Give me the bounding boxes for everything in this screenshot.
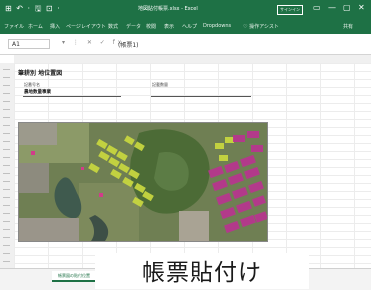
field1-label: 記番号名 [24,82,40,87]
field1-value: 農地数量事業 [24,90,51,95]
tab-file[interactable]: ファイル [4,23,24,30]
quick-access-toolbar[interactable]: ⊞ ↶ · 🖫 ⊡ · [5,3,61,17]
tab-help[interactable]: ヘルプ [182,23,197,30]
field2-underline [151,96,251,97]
row-headers[interactable] [0,63,15,268]
minimize-icon[interactable]: — [328,3,336,12]
tab-home[interactable]: ホーム [28,23,43,30]
maximize-icon[interactable]: ▢ [343,3,351,12]
tab-page-layout[interactable]: ページレイアウト [66,23,106,30]
tab-dropdowns[interactable]: Dropdowns [203,23,231,29]
ribbon-display-icon[interactable]: ▭ [313,3,321,12]
title-bar: ⊞ ↶ · 🖫 ⊡ · 地図貼付帳票.xlsx - Excel サインイン ▭ … [0,0,371,20]
name-box[interactable]: A1 [8,39,50,49]
field1-underline [23,96,121,97]
document-title: 筆耕別 地位置図 [18,70,63,77]
field2-label: 記載数量 [152,82,168,87]
formula-bar: A1 ▾ ⋮ ✕ ✓ fx (帳票1) [0,34,371,55]
formula-input[interactable]: (帳票1) [118,40,139,49]
tab-insert[interactable]: 挿入 [50,23,60,30]
close-icon[interactable]: ✕ [358,3,365,12]
tab-data[interactable]: データ [126,23,141,30]
signin-button[interactable]: サインイン [277,5,303,15]
tab-formulas[interactable]: 数式 [108,23,118,30]
formula-bar-icons[interactable]: ▾ ⋮ ✕ ✓ fx [62,39,124,46]
share-button[interactable]: 共有 [343,23,353,30]
sheet-tab[interactable]: 帳票図の貼付位置 [52,271,96,282]
tab-view[interactable]: 表示 [164,23,174,30]
ribbon-tabs: ファイル ホーム 挿入 ページレイアウト 数式 データ 校閲 表示 ヘルプ Dr… [0,20,371,34]
window-title: 地図貼付帳票.xlsx - Excel [138,6,198,12]
aerial-map-image[interactable] [18,122,268,242]
caption-label: 帳票貼付け [95,253,309,289]
tab-review[interactable]: 校閲 [146,23,156,30]
tell-me-search[interactable]: ♡ 操作アシスト [243,23,279,30]
